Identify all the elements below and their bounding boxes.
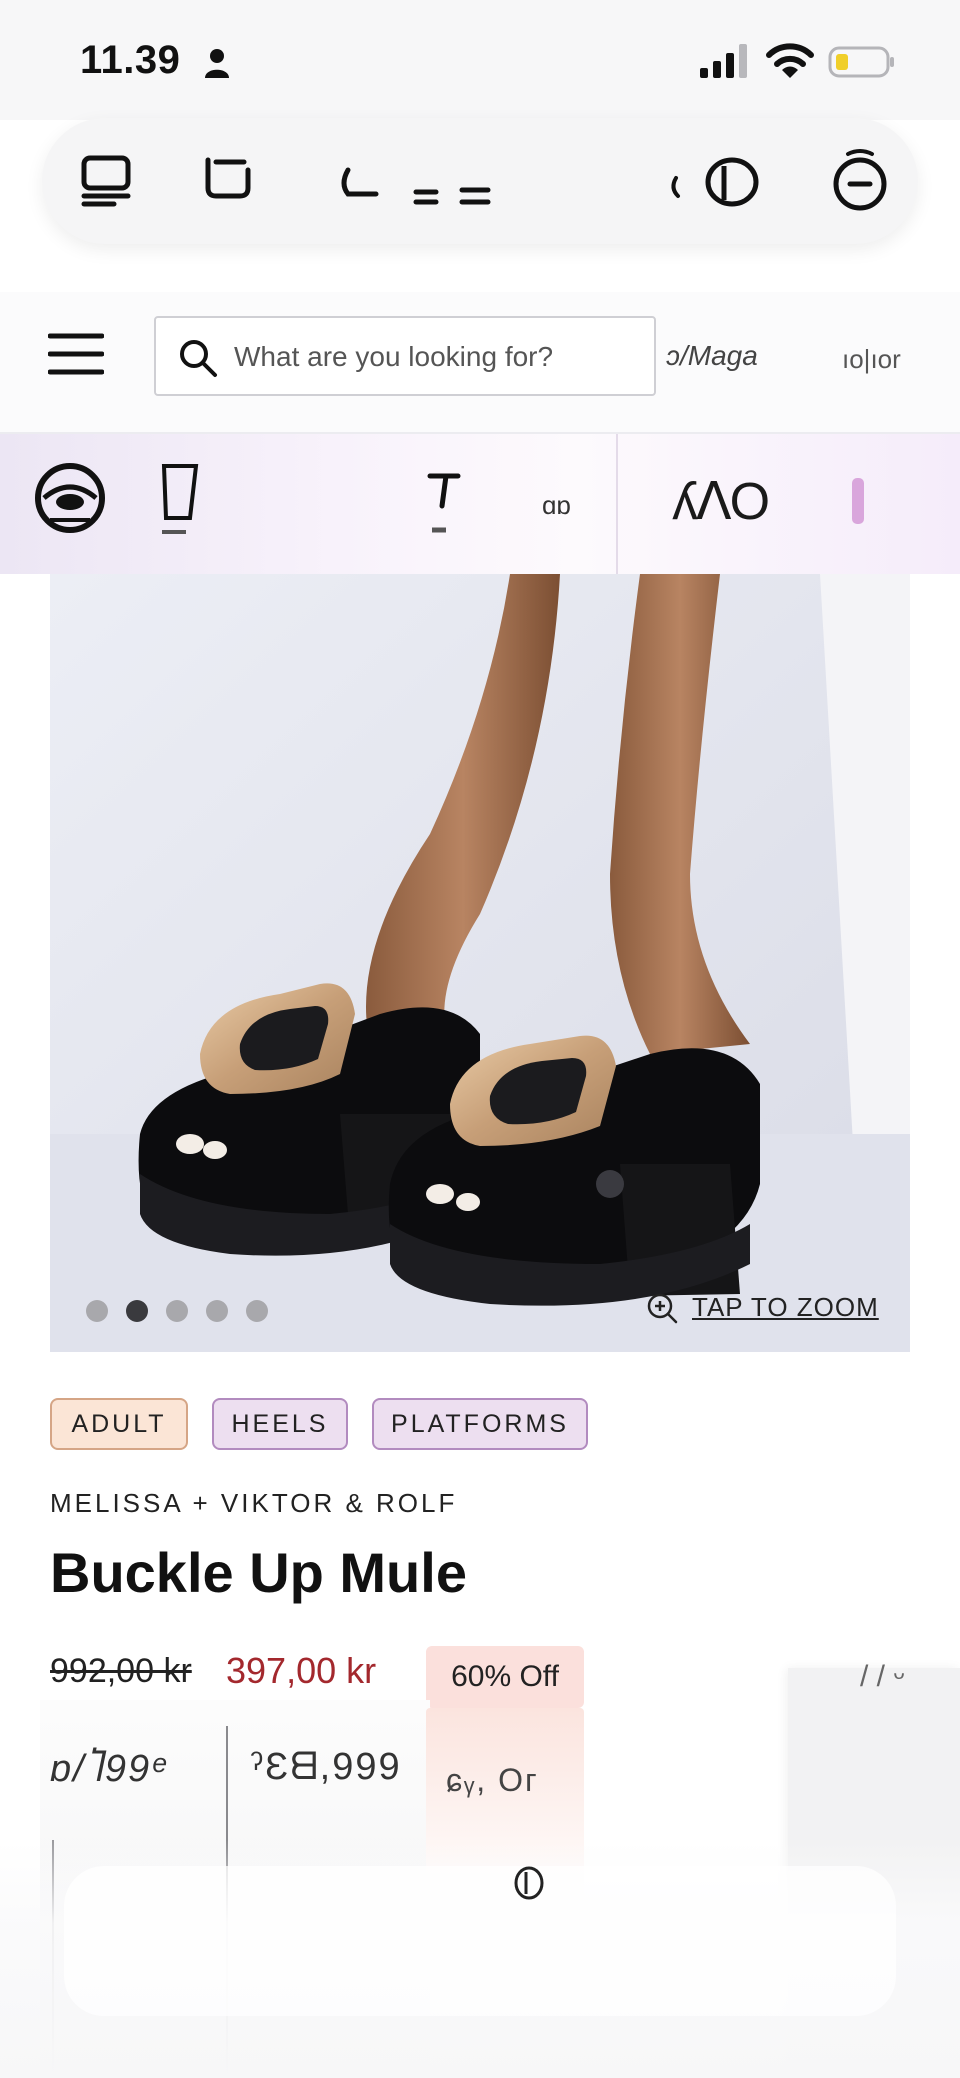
overlay-text: ɕᵧ, Oᴦ [446, 1762, 539, 1798]
figure-category-icon[interactable] [424, 470, 464, 536]
header-right-text-a[interactable]: ɔ/Maga [666, 340, 758, 372]
sale-price: 397,00 kr [226, 1650, 377, 1691]
carousel-dots [86, 1300, 268, 1324]
browser-toolbar [42, 118, 918, 244]
carousel-dot[interactable] [246, 1300, 268, 1322]
category-fragment-text[interactable]: ɑɒ [542, 490, 571, 521]
tap-to-zoom-button[interactable]: TAP TO ZOOM [646, 1288, 886, 1328]
old-price: 992,00 kr [50, 1652, 192, 1690]
product-brand[interactable]: MELISSA + VIKTOR & ROLF [50, 1488, 457, 1519]
tag-adult[interactable]: ADULT [50, 1398, 188, 1450]
tag-platforms[interactable]: PLATFORMS [372, 1398, 588, 1450]
accent-category-icon[interactable] [846, 476, 870, 528]
carousel-dot-active[interactable] [126, 1300, 148, 1322]
discount-badge: 60% Off [426, 1646, 584, 1708]
header-right-text-b[interactable]: ıo|ıor [842, 344, 901, 375]
overlay-side-text: / / ᵕ [860, 1660, 905, 1693]
carousel-dot[interactable] [86, 1300, 108, 1322]
product-photo [50, 574, 910, 1352]
reader-icon[interactable] [332, 148, 592, 212]
strip-divider [616, 434, 618, 574]
search-icon [180, 340, 217, 377]
category-strip [0, 434, 960, 574]
more-icon[interactable] [828, 148, 892, 212]
search-input[interactable] [232, 320, 646, 394]
tabs-icon[interactable] [74, 148, 138, 212]
hamburger-menu-icon[interactable] [48, 330, 104, 378]
box-category-icon[interactable] [156, 460, 204, 538]
tag-heels[interactable]: HEELS [212, 1398, 348, 1450]
category-fragment-text-2[interactable]: ʎᐱO [672, 472, 770, 532]
zoom-in-icon [647, 1293, 678, 1324]
share-icon[interactable] [652, 148, 772, 212]
overlay-text: ˀƐᗺ,999 [250, 1746, 402, 1788]
wifi-icon [766, 43, 814, 78]
signal-icon [700, 44, 747, 78]
circle-icon[interactable] [512, 1864, 546, 1902]
status-time: 11.39 [80, 38, 181, 82]
bookmark-icon[interactable] [196, 148, 260, 212]
overlay-text: ɒ/Ⴈ99ᵉ [50, 1748, 168, 1790]
tap-to-zoom-label: TAP TO ZOOM [692, 1292, 879, 1322]
product-image[interactable] [50, 574, 910, 1352]
carousel-dot[interactable] [206, 1300, 228, 1322]
eye-category-icon[interactable] [30, 458, 110, 538]
bottom-sheet-card[interactable] [64, 1866, 896, 2016]
battery-icon [828, 46, 894, 78]
product-title: Buckle Up Mule [50, 1541, 467, 1604]
person-icon [205, 49, 229, 78]
carousel-dot[interactable] [166, 1300, 188, 1322]
